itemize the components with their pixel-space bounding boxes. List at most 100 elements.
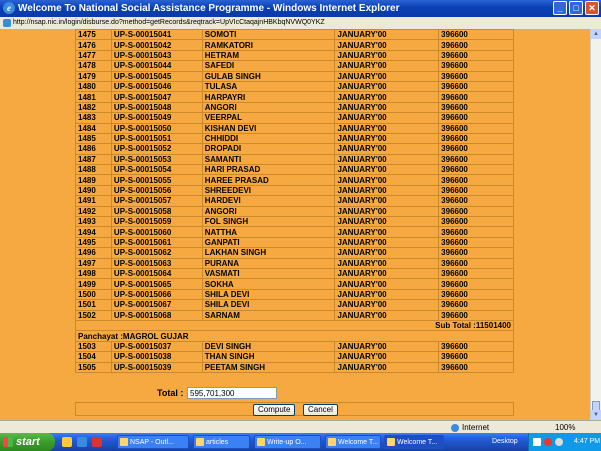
taskbar-button[interactable]: Write-up O... bbox=[254, 435, 321, 449]
scroll-up-icon[interactable]: ▲ bbox=[591, 29, 601, 39]
name-cell: VEERPAL bbox=[201, 112, 336, 124]
tray-alert-icon[interactable] bbox=[544, 438, 552, 446]
serial-cell: 1494 bbox=[75, 226, 112, 238]
month-cell: JANUARY'00 bbox=[334, 309, 440, 321]
table-row: 1483 UP-S-00015049 VEERPAL JANUARY'00 396600 bbox=[75, 112, 514, 124]
id-cell: UP-S-00015042 bbox=[110, 39, 203, 51]
table-row: 1489 UP-S-00015055 HAREE PRASAD JANUARY'00 3… bbox=[75, 174, 514, 186]
quicklaunch-ie-icon[interactable] bbox=[77, 437, 87, 447]
serial-cell: 1486 bbox=[75, 143, 112, 155]
name-cell: PEETAM SINGH bbox=[201, 361, 336, 373]
subtotal-label: Sub Total :11501400 bbox=[75, 319, 514, 332]
name-cell: ANGORI bbox=[201, 205, 336, 218]
serial-cell: 1491 bbox=[75, 195, 112, 207]
serial-cell: 1504 bbox=[75, 351, 112, 363]
quicklaunch-outlook-icon[interactable] bbox=[62, 437, 72, 447]
serial-cell: 1503 bbox=[75, 340, 112, 353]
id-cell: UP-S-00015058 bbox=[110, 205, 203, 218]
window-controls: _ □ ✕ bbox=[553, 1, 599, 15]
name-cell: SAFEDI bbox=[201, 60, 336, 72]
status-bar: Internet 100% bbox=[0, 420, 601, 434]
app-icon bbox=[387, 438, 395, 446]
table-row: 1495 UP-S-00015061 GANPATI JANUARY'00 396600 bbox=[75, 236, 514, 249]
serial-cell: 1480 bbox=[75, 80, 112, 93]
maximize-icon[interactable]: □ bbox=[569, 1, 583, 15]
table-row: 1503 UP-S-00015037 DEVI SINGH JANUARY'00 396… bbox=[75, 340, 514, 353]
name-cell: HARI PRASAD bbox=[201, 164, 336, 176]
id-cell: UP-S-00015045 bbox=[110, 70, 203, 82]
name-cell: TULASA bbox=[201, 80, 336, 93]
month-cell: JANUARY'00 bbox=[334, 205, 440, 218]
taskbar-button-label: Welcome T... bbox=[338, 439, 379, 446]
table-row: 1490 UP-S-00015056 SHREEDEVI JANUARY'00 3966… bbox=[75, 184, 514, 197]
page-content: 1475 UP-S-00015041 SOMOTI JANUARY'00 396600 1… bbox=[0, 29, 590, 420]
id-cell: UP-S-00015067 bbox=[110, 299, 203, 311]
id-cell: UP-S-00015061 bbox=[110, 236, 203, 249]
system-tray: 4:47 PM bbox=[528, 433, 601, 451]
vertical-scrollbar[interactable]: ▲ ▼ bbox=[590, 29, 601, 420]
month-cell: JANUARY'00 bbox=[334, 236, 440, 249]
id-cell: UP-S-00015052 bbox=[110, 143, 203, 155]
month-cell: JANUARY'00 bbox=[334, 29, 440, 41]
id-cell: UP-S-00015068 bbox=[110, 309, 203, 321]
amount-cell: 396600 bbox=[438, 122, 514, 134]
amount-cell: 396600 bbox=[438, 216, 514, 228]
serial-cell: 1483 bbox=[75, 112, 112, 124]
name-cell: PURANA bbox=[201, 257, 336, 270]
cancel-button[interactable]: Cancel bbox=[303, 404, 338, 416]
amount-cell: 396600 bbox=[438, 153, 514, 166]
id-cell: UP-S-00015055 bbox=[110, 174, 203, 186]
amount-cell: 396600 bbox=[438, 39, 514, 51]
table-row: 1479 UP-S-00015045 GULAB SINGH JANUARY'00 39… bbox=[75, 70, 514, 82]
amount-cell: 396600 bbox=[438, 309, 514, 321]
desktop-toolbar[interactable]: Desktop bbox=[492, 433, 518, 451]
amount-cell: 396600 bbox=[438, 80, 514, 93]
scroll-down-icon[interactable]: ▼ bbox=[591, 410, 601, 420]
serial-cell: 1496 bbox=[75, 247, 112, 259]
windows-flag-icon bbox=[3, 437, 13, 447]
compute-button[interactable]: Compute bbox=[253, 404, 296, 416]
table-row: 1484 UP-S-00015050 KISHAN DEVI JANUARY'00 39… bbox=[75, 122, 514, 134]
id-cell: UP-S-00015039 bbox=[110, 361, 203, 373]
amount-cell: 396600 bbox=[438, 226, 514, 238]
start-button[interactable]: start bbox=[0, 433, 55, 451]
close-icon[interactable]: ✕ bbox=[585, 1, 599, 15]
table-row: 1500 UP-S-00015066 SHILA DEVI JANUARY'00 396… bbox=[75, 288, 514, 301]
name-cell: GULAB SINGH bbox=[201, 70, 336, 82]
window-titlebar: e Welcome To National Social Assistance … bbox=[0, 0, 601, 17]
serial-cell: 1482 bbox=[75, 101, 112, 114]
taskbar-button-label: NSAP - Outl... bbox=[130, 439, 174, 446]
amount-cell: 396600 bbox=[438, 174, 514, 186]
zoom-level[interactable]: 100% bbox=[555, 422, 575, 433]
month-cell: JANUARY'00 bbox=[334, 101, 440, 114]
serial-cell: 1481 bbox=[75, 91, 112, 103]
tray-network-icon[interactable] bbox=[533, 438, 541, 446]
total-label: Total : bbox=[157, 388, 184, 398]
address-url[interactable]: http://nsap.nic.in/login/disburse.do?met… bbox=[13, 17, 325, 29]
month-cell: JANUARY'00 bbox=[334, 112, 440, 124]
zone-label: Internet bbox=[462, 423, 490, 432]
name-cell: ANGORI bbox=[201, 101, 336, 114]
quicklaunch-media-icon[interactable] bbox=[92, 437, 102, 447]
serial-cell: 1492 bbox=[75, 205, 112, 218]
serial-cell: 1499 bbox=[75, 278, 112, 290]
amount-cell: 396600 bbox=[438, 91, 514, 103]
table-row: 1494 UP-S-00015060 NATTHA JANUARY'00 396600 bbox=[75, 226, 514, 238]
month-cell: JANUARY'00 bbox=[334, 184, 440, 197]
taskbar-button[interactable]: Welcome T... bbox=[325, 435, 381, 449]
amount-cell: 396600 bbox=[438, 278, 514, 290]
taskbar-button[interactable]: NSAP - Outl... bbox=[117, 435, 189, 449]
total-input[interactable] bbox=[187, 387, 277, 399]
name-cell: SHREEDEVI bbox=[201, 184, 336, 197]
tray-volume-icon[interactable] bbox=[555, 438, 563, 446]
app-icon bbox=[196, 438, 204, 446]
month-cell: JANUARY'00 bbox=[334, 226, 440, 238]
table-row: 1493 UP-S-00015059 FOL SINGH JANUARY'00 3966… bbox=[75, 216, 514, 228]
id-cell: UP-S-00015044 bbox=[110, 60, 203, 72]
taskbar-button[interactable]: Welcome T... bbox=[384, 435, 444, 449]
table-row: 1475 UP-S-00015041 SOMOTI JANUARY'00 396600 bbox=[75, 29, 514, 41]
taskbar-button[interactable]: articles bbox=[193, 435, 250, 449]
table-row: 1498 UP-S-00015064 VASMATI JANUARY'00 396600 bbox=[75, 267, 514, 280]
minimize-icon[interactable]: _ bbox=[553, 1, 567, 15]
name-cell: FOL SINGH bbox=[201, 216, 336, 228]
